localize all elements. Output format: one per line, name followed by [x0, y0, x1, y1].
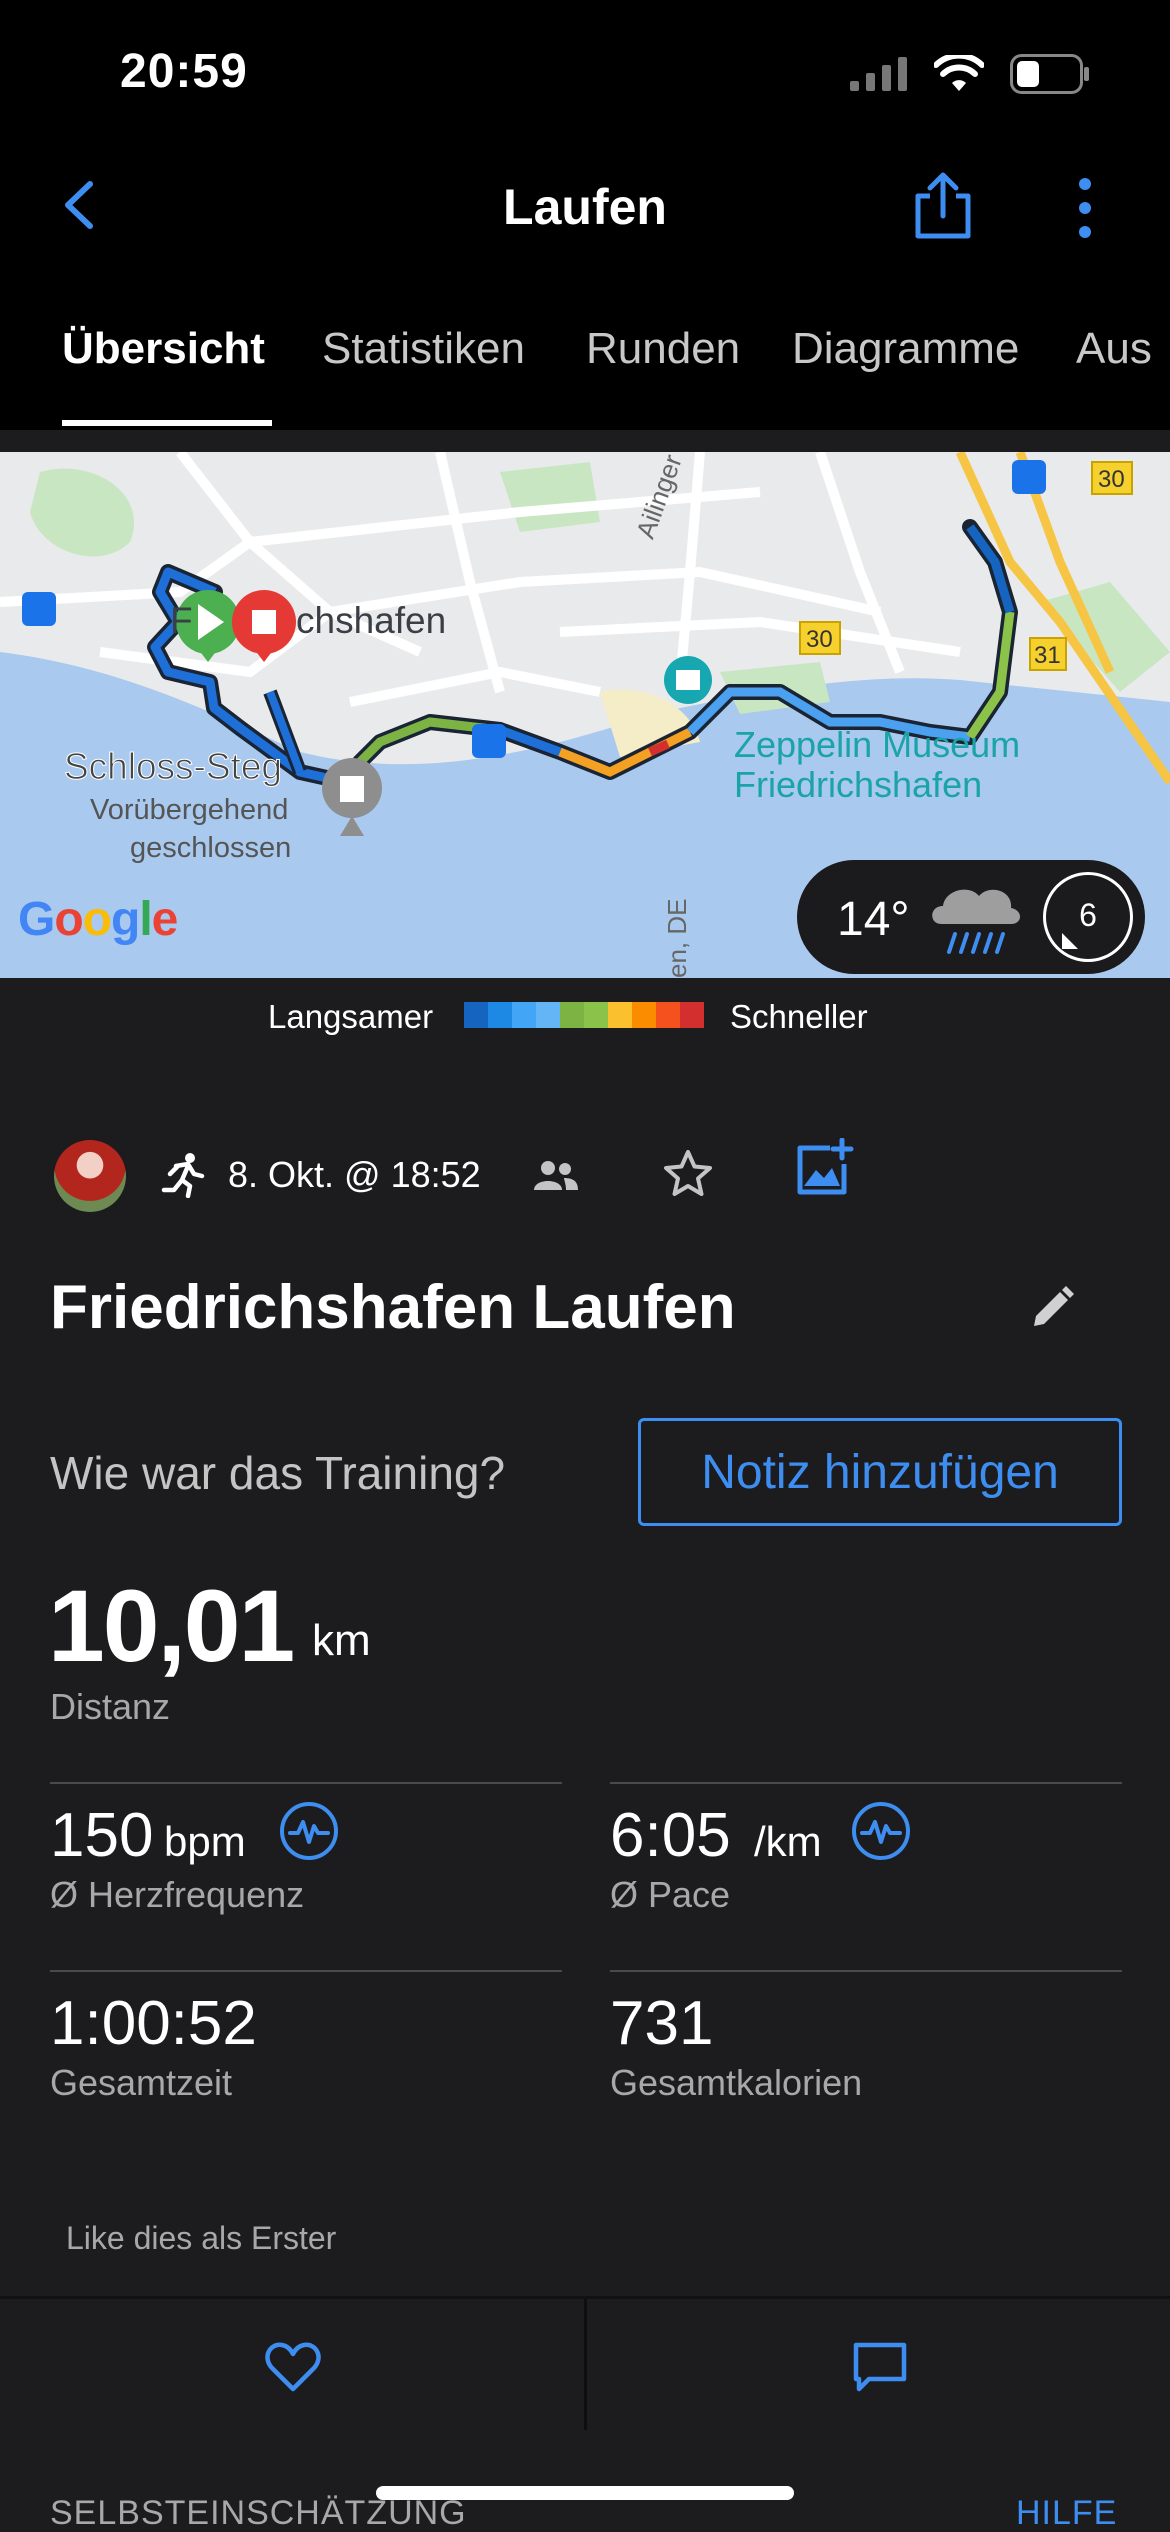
heart-rate-chart-icon[interactable] — [278, 1800, 340, 1862]
train-station-icon — [22, 592, 56, 626]
status-time: 20:59 — [120, 45, 248, 98]
tab-diagramme[interactable]: Diagramme — [792, 324, 1019, 374]
road-shield-label: 30 — [806, 626, 833, 653]
stat-divider — [610, 1782, 1122, 1784]
help-link[interactable]: HILFE — [1016, 2494, 1117, 2532]
total-time-label: Gesamtzeit — [50, 2062, 233, 2103]
map-label-city: chshafen — [296, 600, 447, 641]
wind-direction-icon — [1062, 933, 1078, 949]
signal-icon — [850, 57, 907, 91]
legend-color-bar — [464, 1002, 704, 1028]
legend-color-stop — [488, 1002, 512, 1028]
running-icon — [161, 1153, 205, 1198]
like-prompt: Like dies als Erster — [66, 2220, 337, 2256]
legend-slow-label: Langsamer — [268, 998, 434, 1035]
activity-overview: 8. Okt. @ 18:52 Friedrichshafen Laufen W… — [0, 1058, 1170, 2296]
legend-color-stop — [560, 1002, 584, 1028]
battery-icon — [1010, 54, 1089, 94]
road-shield-label: 30 — [1098, 466, 1125, 493]
map-label-closed: Vorübergehend — [90, 794, 289, 826]
weather-widget[interactable]: 14° 6 — [797, 860, 1145, 974]
castle-pin-icon — [340, 776, 364, 802]
legend-color-stop — [680, 1002, 704, 1028]
share-icon[interactable] — [910, 170, 976, 240]
stat-divider — [610, 1970, 1122, 1972]
avatar[interactable] — [54, 1140, 126, 1212]
legend-color-stop — [512, 1002, 536, 1028]
map-label-city-prefix: F — [170, 600, 193, 641]
people-icon[interactable] — [534, 1160, 578, 1192]
map-label-closed: geschlossen — [130, 832, 292, 864]
pace-label: Ø Pace — [610, 1874, 731, 1915]
more-vertical-icon[interactable] — [1070, 176, 1100, 240]
park-area — [500, 462, 600, 532]
activity-date: 8. Okt. @ 18:52 — [228, 1154, 481, 1195]
wind-speed-indicator: 6 — [1043, 872, 1133, 962]
pace-value: 6:05 — [610, 1801, 731, 1870]
legend-color-stop — [584, 1002, 608, 1028]
map-label-museum: Friedrichshafen — [734, 764, 983, 805]
tab-bar: Übersicht Statistiken Runden Diagramme A… — [0, 270, 1170, 430]
weather-temperature: 14° — [837, 893, 910, 946]
comment-icon[interactable] — [851, 2341, 909, 2393]
pace-legend: Langsamer Schneller — [0, 978, 1170, 1058]
calories-value: 731 — [610, 1989, 714, 2058]
status-icons — [850, 54, 1090, 94]
pace-chart-icon[interactable] — [850, 1800, 912, 1862]
distance-label: Distanz — [50, 1686, 171, 1727]
google-logo: Google — [18, 893, 178, 946]
legend-color-stop — [632, 1002, 656, 1028]
total-time-value: 1:00:52 — [50, 1989, 257, 2058]
pace-unit: /km — [754, 1818, 822, 1865]
social-action-bar — [0, 2296, 1170, 2433]
status-bar: 20:59 — [0, 0, 1170, 140]
heart-rate-label: Ø Herzfrequenz — [50, 1874, 305, 1915]
comment-button[interactable] — [587, 2299, 1170, 2433]
tab-aus[interactable]: Aus — [1076, 324, 1152, 374]
route-map[interactable]: F chshafen Schloss-Steg Vorübergehend ge… — [0, 452, 1170, 978]
legend-color-stop — [608, 1002, 632, 1028]
legend-fast-label: Schneller — [730, 998, 868, 1035]
legend-color-stop — [464, 1002, 488, 1028]
add-note-button[interactable]: Notiz hinzufügen — [638, 1418, 1122, 1526]
rain-cloud-icon — [932, 889, 1020, 954]
tab-uebersicht[interactable]: Übersicht — [62, 324, 265, 374]
wind-speed: 6 — [1079, 897, 1097, 933]
calories-label: Gesamtkalorien — [610, 2062, 863, 2103]
map-label-schloss-steg: Schloss-Steg — [64, 746, 283, 788]
tab-statistiken[interactable]: Statistiken — [322, 324, 525, 374]
train-station-icon — [472, 724, 506, 758]
like-button[interactable] — [0, 2299, 584, 2433]
road-shield-label: 31 — [1034, 642, 1061, 669]
active-tab-indicator — [62, 420, 272, 426]
heart-icon[interactable] — [264, 2341, 322, 2393]
heart-rate-unit: bpm — [164, 1818, 246, 1865]
wifi-icon — [934, 55, 984, 91]
map-label-de: en, DE — [662, 898, 692, 979]
self-assessment-section: SELBSTEINSCHÄTZUNG HILFE — [0, 2430, 1170, 2532]
pencil-edit-icon[interactable] — [1028, 1284, 1076, 1332]
train-station-icon — [1012, 460, 1046, 494]
stat-divider — [50, 1782, 562, 1784]
legend-color-stop — [536, 1002, 560, 1028]
training-question: Wie war das Training? — [50, 1447, 506, 1499]
star-icon[interactable] — [662, 1148, 714, 1200]
app-header: Laufen — [0, 140, 1170, 270]
park-area — [30, 468, 134, 557]
heart-rate-value: 150 — [50, 1801, 154, 1870]
home-indicator[interactable] — [376, 2486, 794, 2500]
stop-icon — [252, 610, 276, 634]
museum-pin-icon — [676, 670, 700, 690]
map-label-museum: Zeppelin Museum — [734, 724, 1021, 765]
distance-unit: km — [312, 1616, 371, 1665]
stat-divider — [50, 1970, 562, 1972]
tabs-divider — [0, 430, 1170, 452]
activity-title: Friedrichshafen Laufen — [50, 1273, 736, 1342]
tab-runden[interactable]: Runden — [586, 324, 740, 374]
page-title: Laufen — [503, 179, 667, 235]
add-photo-icon[interactable] — [794, 1138, 854, 1198]
distance-value: 10,01 — [48, 1569, 295, 1683]
activity-meta-row: 8. Okt. @ 18:52 — [54, 1138, 1134, 1218]
legend-color-stop — [656, 1002, 680, 1028]
